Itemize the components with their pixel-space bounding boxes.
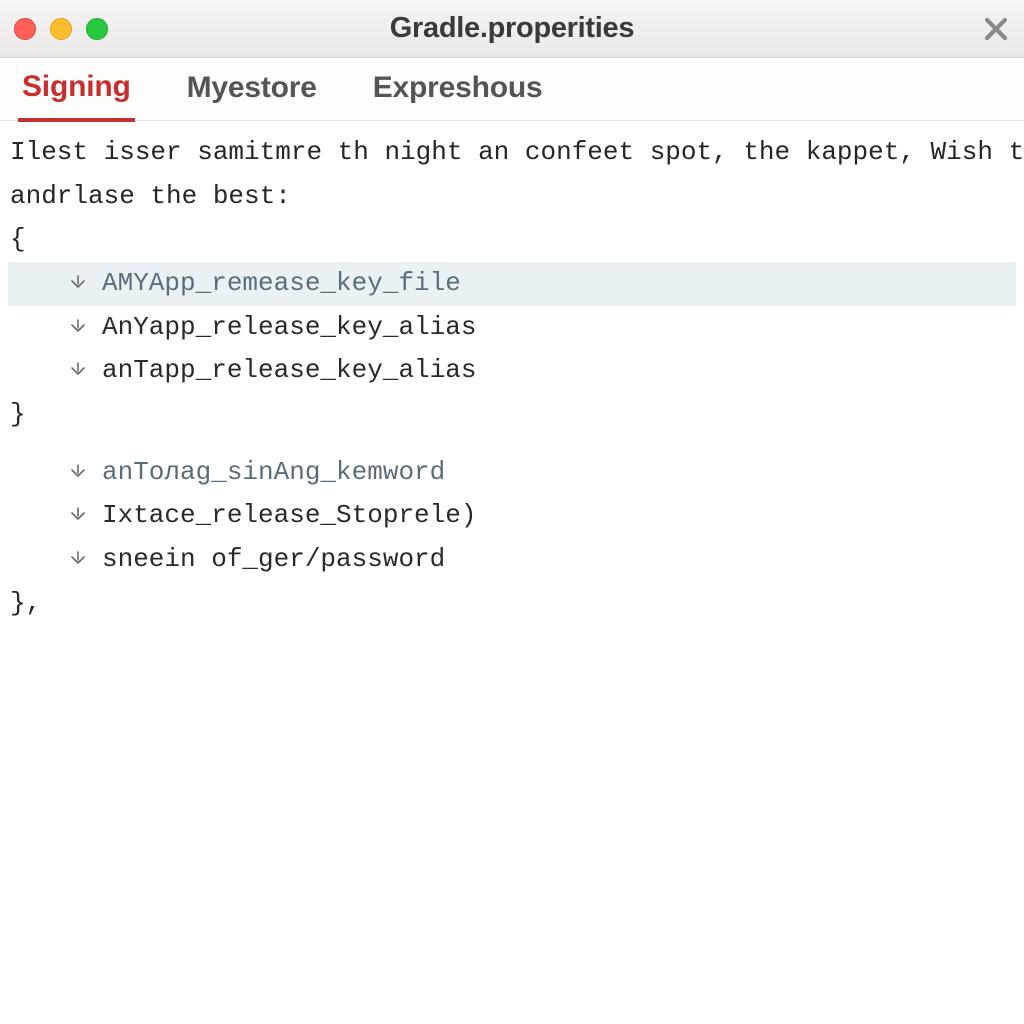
window-zoom-button[interactable] xyxy=(86,18,108,40)
property-icon xyxy=(64,319,92,337)
property-line[interactable]: AnYapp_release_key_alias xyxy=(8,306,1016,350)
property-icon xyxy=(64,275,92,293)
property-icon xyxy=(64,507,92,525)
property-text: AMYApp_remease_key_file xyxy=(102,262,461,306)
window-title: Gradle.properities xyxy=(390,12,634,45)
property-text: sneein of_ger/password xyxy=(102,538,445,582)
editor-line: andrlase the best: xyxy=(8,175,1016,219)
editor-line: }, xyxy=(8,582,1016,626)
close-icon[interactable] xyxy=(982,15,1010,43)
property-line[interactable]: sneein of_ger/password xyxy=(8,538,1016,582)
titlebar: Gradle.properities xyxy=(0,0,1024,58)
property-icon xyxy=(64,551,92,569)
editor-line: } xyxy=(8,393,1016,437)
window-close-button[interactable] xyxy=(14,18,36,40)
property-line[interactable]: anTapp_release_key_alias xyxy=(8,349,1016,393)
property-text: AnYapp_release_key_alias xyxy=(102,306,476,350)
property-line[interactable]: anToлag_sinAng_kemword xyxy=(8,451,1016,495)
property-line[interactable]: AMYApp_remease_key_file xyxy=(8,262,1016,306)
property-line[interactable]: Ixtace_release_Stoprele) xyxy=(8,494,1016,538)
property-icon xyxy=(64,362,92,380)
tabbar: Signing Myestore Expreshous xyxy=(0,58,1024,121)
editor-line: Ilest isser samitmre th night an confeet… xyxy=(8,131,1016,175)
tab-expreshous[interactable]: Expreshous xyxy=(369,59,547,119)
tab-myestore[interactable]: Myestore xyxy=(183,59,321,119)
window-minimize-button[interactable] xyxy=(50,18,72,40)
traffic-lights xyxy=(0,18,108,40)
tab-signing[interactable]: Signing xyxy=(18,58,135,122)
editor-line: { xyxy=(8,218,1016,262)
property-text: anTapp_release_key_alias xyxy=(102,349,476,393)
editor-area[interactable]: Ilest isser samitmre th night an confeet… xyxy=(0,121,1024,633)
property-text: Ixtace_release_Stoprele) xyxy=(102,494,476,538)
property-text: anToлag_sinAng_kemword xyxy=(102,451,445,495)
property-icon xyxy=(64,464,92,482)
